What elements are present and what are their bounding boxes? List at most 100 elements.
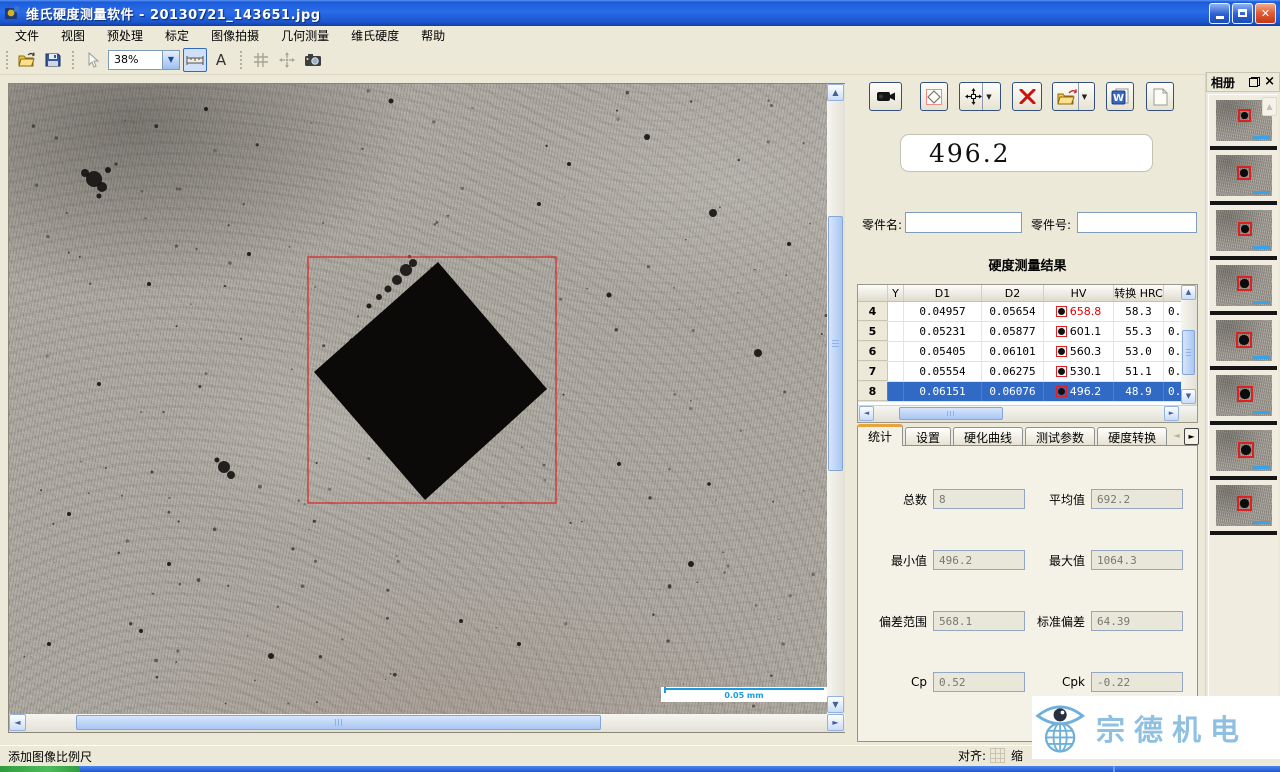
album-thumbnail[interactable]: [1216, 155, 1272, 196]
part-number-input[interactable]: [1077, 212, 1197, 233]
menu-item-6[interactable]: 几何测量: [270, 26, 340, 45]
save-button[interactable]: [41, 48, 65, 72]
detect-indentation-button[interactable]: [920, 82, 948, 111]
export-word-report-button[interactable]: W: [1106, 82, 1134, 111]
table-row[interactable]: 40.049570.05654658.858.30.: [858, 302, 1182, 322]
menu-item-8[interactable]: 帮助: [410, 26, 456, 45]
close-button[interactable]: ✕: [1255, 3, 1276, 24]
tab-1[interactable]: 统计: [857, 424, 903, 446]
minimize-button[interactable]: [1209, 3, 1230, 24]
menu-item-2[interactable]: 视图: [50, 26, 96, 45]
column-header-HV[interactable]: HV: [1044, 285, 1114, 301]
album-float-icon[interactable]: [1249, 77, 1260, 87]
tab-2[interactable]: 设置: [905, 427, 951, 446]
scroll-right-button[interactable]: ►: [827, 714, 844, 731]
album-thumbnail[interactable]: [1216, 265, 1272, 306]
album-thumbnail[interactable]: [1216, 320, 1272, 361]
align-grid-icon[interactable]: [990, 748, 1005, 763]
table-row[interactable]: 60.054050.06101560.353.00.: [858, 342, 1182, 362]
column-header-D1[interactable]: D1: [904, 285, 982, 301]
album-thumbnail[interactable]: [1216, 210, 1272, 251]
zoom-level-combobox[interactable]: 38% ▼: [108, 50, 180, 70]
part-name-input[interactable]: [905, 212, 1022, 233]
delete-measurement-button[interactable]: [1012, 82, 1042, 111]
move-marker-button[interactable]: ▼: [959, 82, 1001, 111]
tab-4[interactable]: 测试参数: [1025, 427, 1095, 446]
table-scroll-right-button[interactable]: ►: [1164, 406, 1179, 421]
load-image-button[interactable]: ▼: [1052, 82, 1095, 111]
tab-5[interactable]: 硬度转换: [1097, 427, 1167, 446]
min-cell: 0.: [1164, 322, 1182, 341]
d2-cell: 0.06275: [982, 362, 1044, 381]
load-options-dropdown-arrow[interactable]: ▼: [1078, 83, 1091, 110]
menu-item-5[interactable]: 图像拍摄: [200, 26, 270, 45]
results-table-header: YD1D2HV转换 HRC最小: [858, 285, 1182, 302]
thumbnail-marker-box: [1238, 442, 1254, 458]
new-document-button[interactable]: [1146, 82, 1174, 111]
center-crosshair-button[interactable]: [275, 48, 299, 72]
cursor-tool-button[interactable]: [81, 48, 105, 72]
column-header-rownum[interactable]: [858, 285, 888, 301]
album-thumbnail[interactable]: [1216, 430, 1272, 471]
start-button-edge[interactable]: [0, 766, 80, 772]
column-header-Y[interactable]: Y: [888, 285, 904, 301]
measure-ruler-button[interactable]: [183, 48, 207, 72]
table-scroll-up-button[interactable]: ▲: [1181, 285, 1196, 300]
menu-item-1[interactable]: 文件: [4, 26, 50, 45]
table-scroll-left-button[interactable]: ◄: [859, 406, 874, 421]
d1-cell: 0.05554: [904, 362, 982, 381]
hrc-cell: 58.3: [1114, 302, 1164, 321]
horizontal-scroll-thumb[interactable]: [76, 715, 601, 730]
live-video-button[interactable]: [869, 82, 902, 111]
zoom-dropdown-arrow-icon[interactable]: ▼: [162, 51, 179, 69]
tab-scroll-left-icon[interactable]: ◄: [1169, 428, 1184, 445]
maximize-button[interactable]: [1232, 3, 1253, 24]
y-cell: [888, 302, 904, 321]
scroll-left-button[interactable]: ◄: [9, 714, 26, 731]
album-thumbnail[interactable]: [1216, 485, 1272, 526]
deviation-range-field: 568.1: [933, 611, 1025, 631]
tab-3[interactable]: 硬化曲线: [953, 427, 1023, 446]
grid-overlay-button[interactable]: [249, 48, 273, 72]
album-thumbnail[interactable]: [1216, 375, 1272, 416]
thumbnail-indentation-dot: [1240, 499, 1249, 508]
table-row[interactable]: 80.061510.06076496.248.90.: [858, 382, 1182, 402]
toolbar-drag-handle[interactable]: [5, 50, 10, 70]
table-horizontal-scrollbar[interactable]: ◄ ►: [858, 405, 1197, 422]
album-scroll-up-button[interactable]: ▲: [1262, 97, 1277, 116]
vertical-scroll-thumb[interactable]: [828, 216, 843, 471]
column-header-最小[interactable]: 最小: [1164, 285, 1182, 301]
tab-scroll-right-icon[interactable]: ►: [1184, 428, 1199, 445]
text-annotation-button[interactable]: A: [209, 48, 233, 72]
column-header-转换 HRC[interactable]: 转换 HRC: [1114, 285, 1164, 301]
album-close-icon[interactable]: ×: [1264, 77, 1275, 87]
y-cell: [888, 362, 904, 381]
toolbar-drag-handle[interactable]: [239, 50, 244, 70]
capture-image-button[interactable]: [301, 48, 325, 72]
specimen-image[interactable]: 0.05 mm: [9, 84, 827, 714]
hrc-cell: 55.3: [1114, 322, 1164, 341]
table-vscroll-thumb[interactable]: [1182, 330, 1195, 375]
table-row[interactable]: 50.052310.05877601.155.30.: [858, 322, 1182, 342]
menu-item-7[interactable]: 维氏硬度: [340, 26, 410, 45]
open-file-button[interactable]: [15, 48, 39, 72]
scroll-up-button[interactable]: ▲: [827, 84, 844, 101]
table-vertical-scrollbar[interactable]: ▲ ▼: [1181, 285, 1197, 406]
table-row[interactable]: 70.055540.06275530.151.10.: [858, 362, 1182, 382]
image-vertical-scrollbar[interactable]: ▲ ▼: [827, 84, 845, 714]
diamond-marker-icon: [925, 88, 943, 106]
move-arrows-icon: [965, 88, 982, 105]
table-scroll-down-button[interactable]: ▼: [1181, 389, 1196, 404]
scroll-down-button[interactable]: ▼: [827, 696, 844, 713]
image-horizontal-scrollbar[interactable]: ◄ ►: [9, 714, 845, 732]
cursor-arrow-icon: [86, 52, 100, 68]
hv-value: 658.8: [1070, 305, 1102, 318]
move-options-dropdown-arrow[interactable]: ▼: [982, 83, 995, 110]
menu-item-4[interactable]: 标定: [154, 26, 200, 45]
tab-scroll-arrows: ◄►: [1169, 427, 1199, 446]
scale-bar-label: 0.05 mm: [661, 691, 827, 700]
table-hscroll-thumb[interactable]: [899, 407, 1003, 420]
column-header-D2[interactable]: D2: [982, 285, 1044, 301]
toolbar-drag-handle[interactable]: [71, 50, 76, 70]
menu-item-3[interactable]: 预处理: [96, 26, 154, 45]
